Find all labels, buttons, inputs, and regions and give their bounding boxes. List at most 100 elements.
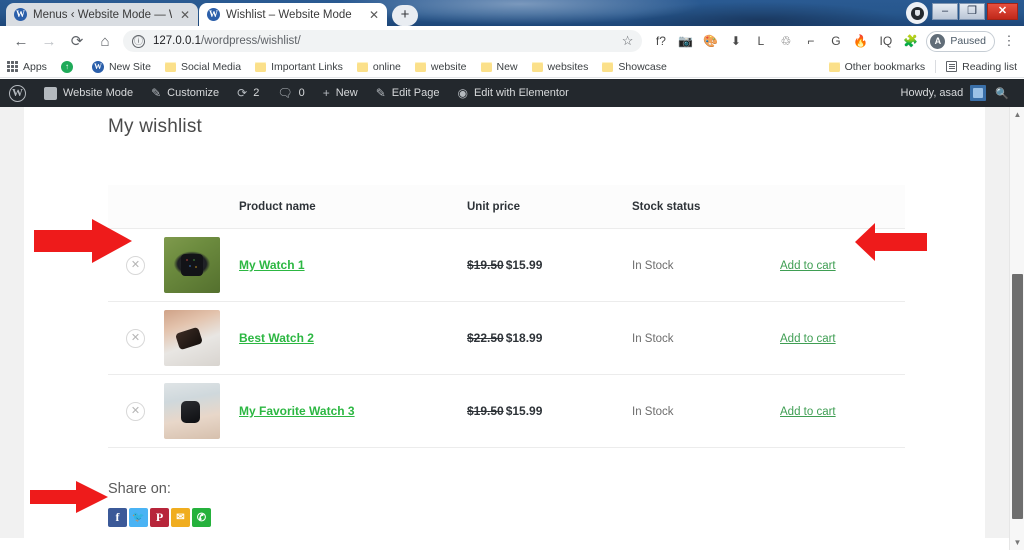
arrow-remove-item [34,219,132,263]
reading-list-icon [946,61,958,72]
price-sale: $15.99 [505,258,543,272]
adminbar-item-comments[interactable]: 🗨 0 [268,79,313,107]
extension-icon-l[interactable]: L [748,28,773,54]
bookmark-item-online[interactable]: online [350,57,408,77]
bookmark-item-new-site[interactable]: W New Site [85,57,158,77]
green-circle-icon: ↑ [60,60,73,73]
header-thumb [164,185,239,229]
bookmark-item-social-media[interactable]: Social Media [158,57,248,77]
wordpress-logo-button[interactable]: W [0,79,35,107]
header-stock-status: Stock status [632,185,780,229]
grammar-icon[interactable]: ⌐ [798,28,823,54]
close-window-button[interactable]: ✕ [987,3,1018,20]
scrollbar-thumb[interactable] [1012,274,1023,519]
folder-icon [531,61,543,72]
security-shield-icon[interactable] [906,2,928,24]
browser-tab-wishlist[interactable]: W Wishlist – Website Mode ✕ [199,3,387,26]
add-to-cart-link[interactable]: Add to cart [780,260,836,272]
bookmark-item-new[interactable]: New [474,57,525,77]
browser-tab-menus[interactable]: W Menus ‹ Website Mode — Word ✕ [6,3,198,26]
twitter-icon[interactable]: 🐦 [129,508,148,527]
colorwheel-icon[interactable]: 🎨 [698,28,723,54]
page-scrollbar[interactable]: ▲ ▼ [1009,107,1024,550]
folder-icon [828,61,840,72]
scroll-up-icon[interactable]: ▲ [1010,107,1024,122]
profile-paused-button[interactable]: A Paused [926,30,995,52]
adminbar-label: New [335,87,358,99]
reading-list-button[interactable]: Reading list [939,57,1024,77]
product-thumbnail[interactable] [164,310,220,366]
extension-icon-iq[interactable]: IQ [873,28,898,54]
product-link[interactable]: My Favorite Watch 3 [239,404,355,418]
wordpress-icon: W [91,60,104,73]
bookmark-item-0[interactable]: ↑ [54,57,85,77]
recycle-icon[interactable]: ♲ [773,28,798,54]
cell-cart: Add to cart [780,374,905,448]
url-host: 127.0.0.1 [153,35,201,47]
remove-item-button[interactable]: ✕ [126,328,145,348]
tab-title: Menus ‹ Website Mode — Word [33,8,172,21]
profile-status: Paused [950,35,986,47]
download-icon[interactable]: ⬇ [723,28,748,54]
forward-icon[interactable]: → [35,28,63,54]
remove-item-button[interactable]: ✕ [126,401,145,421]
adminbar-label: Edit Page [391,87,440,99]
adminbar-item-edit-page[interactable]: ✎ Edit Page [367,79,449,107]
extension-icon-fquestion[interactable]: f? [648,28,673,54]
adminbar-item-new[interactable]: + New [314,79,367,107]
avatar: A [930,33,946,49]
flame-icon[interactable]: 🔥 [848,28,873,54]
bookmark-apps[interactable]: Apps [0,57,54,77]
price-original: $19.50 [467,404,504,418]
bookmark-star-icon[interactable]: ☆ [622,33,634,49]
table-row: ✕ Best Watch 2 $22.50 $18.99 In Stock Ad… [108,301,905,375]
table-row: ✕ My Favorite Watch 3 $19.50 $15.99 In S… [108,374,905,448]
cell-name: My Watch 1 [239,228,467,302]
minimize-button[interactable]: – [932,3,958,20]
page-bottom-strip [0,538,1009,550]
new-tab-button[interactable]: + [392,5,418,26]
adminbar-label: 0 [298,87,305,99]
reload-icon[interactable]: ⟳ [63,28,91,54]
adminbar-item-customize[interactable]: ✎ Customize [142,79,228,107]
email-icon[interactable]: ✉ [171,508,190,527]
address-bar[interactable]: ⓘ 127.0.0.1 /wordpress/wishlist/ ☆ [123,30,643,52]
wordpress-icon: W [207,8,220,21]
bookmark-item-websites[interactable]: websites [525,57,596,77]
product-link[interactable]: My Watch 1 [239,258,305,272]
bookmark-item-showcase[interactable]: Showcase [595,57,673,77]
close-icon[interactable]: ✕ [367,8,381,22]
back-icon[interactable]: ← [7,28,35,54]
wordpress-icon: W [14,8,27,21]
browser-menu-icon[interactable]: ⋮ [998,28,1020,54]
bookmark-item-website[interactable]: website [408,57,474,77]
add-to-cart-link[interactable]: Add to cart [780,333,836,345]
facebook-icon[interactable]: f [108,508,127,527]
other-bookmarks-button[interactable]: Other bookmarks [822,57,933,77]
whatsapp-icon[interactable]: ✆ [192,508,211,527]
howdy-greeting[interactable]: Howdy, asad [901,87,964,99]
cell-name: My Favorite Watch 3 [239,374,467,448]
extension-icon-g[interactable]: G [823,28,848,54]
maximize-button[interactable]: ❐ [959,3,985,20]
search-icon[interactable]: 🔍 [986,79,1018,107]
site-info-icon[interactable]: ⓘ [132,34,145,48]
tab-title: Wishlist – Website Mode [226,8,352,21]
adminbar-item-updates[interactable]: ⟳ 2 [228,79,268,107]
bookmark-label: websites [547,60,589,73]
product-link[interactable]: Best Watch 2 [239,331,314,345]
apps-grid-icon [7,61,18,72]
bookmark-item-important-links[interactable]: Important Links [248,57,350,77]
home-icon[interactable]: ⌂ [91,28,119,54]
adminbar-item-website-mode[interactable]: Website Mode [35,79,142,107]
puzzle-icon[interactable]: 🧩 [898,28,923,54]
product-thumbnail[interactable] [164,237,220,293]
pencil-icon: ✎ [375,86,386,100]
camera-icon[interactable]: 📷 [673,28,698,54]
adminbar-item-edit-with-elementor[interactable]: ◉ Edit with Elementor [448,79,577,107]
close-icon[interactable]: ✕ [178,8,192,22]
add-to-cart-link[interactable]: Add to cart [780,406,836,418]
scroll-down-icon[interactable]: ▼ [1010,535,1024,550]
pinterest-icon[interactable]: P [150,508,169,527]
product-thumbnail[interactable] [164,383,220,439]
